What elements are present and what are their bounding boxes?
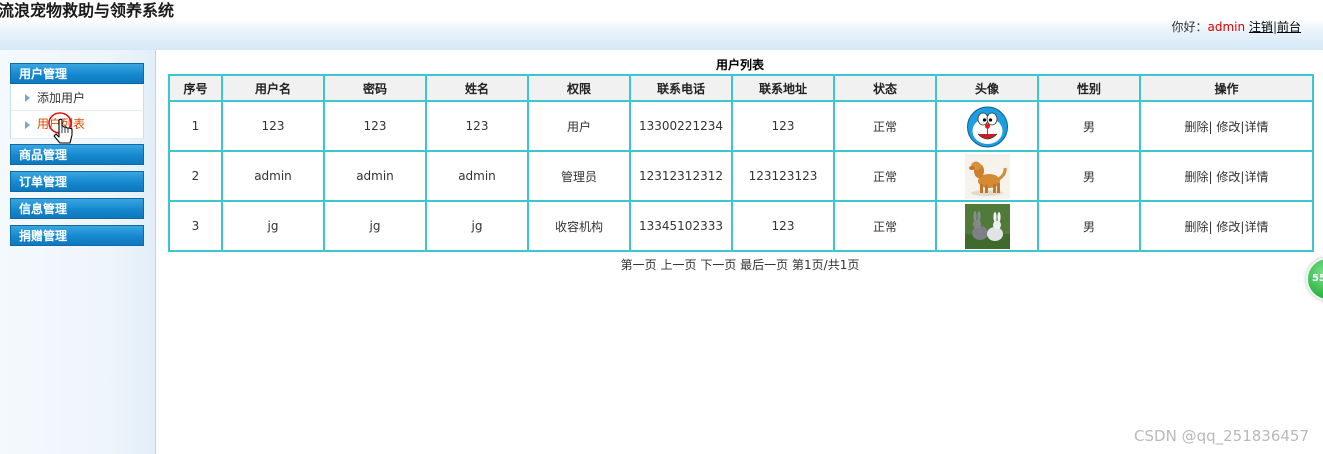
cell-gender: 男 [1037,200,1141,252]
next-page-link[interactable]: 下一页 [700,258,736,272]
current-username: admin [1207,20,1246,34]
cell-password: 123 [323,100,427,152]
table-row: 2 admin admin admin 管理员 12312312312 1231… [168,150,1314,202]
column-header: 用户名 [221,74,325,102]
rabbits-avatar-icon [964,203,1010,249]
detail-link[interactable]: 详情 [1244,120,1268,134]
detail-link[interactable]: 详情 [1244,170,1268,184]
cell-index: 2 [168,150,223,202]
column-header: 姓名 [425,74,529,102]
cell-username: admin [221,150,325,202]
edit-link[interactable]: 修改 [1216,220,1240,234]
cell-gender: 男 [1037,150,1141,202]
table-row: 1 123 123 123 用户 13300221234 123 正常 男 删除… [168,100,1314,152]
bullet-arrow-icon [25,121,30,129]
cell-name: admin [425,150,529,202]
cell-role: 用户 [527,100,631,152]
frontend-link[interactable]: 前台 [1277,20,1301,34]
cell-actions: 删除| 修改|详情 [1139,100,1314,152]
cell-username: jg [221,200,325,252]
table-row: 3 jg jg jg 收容机构 13345102333 123 正常 男 删除|… [168,200,1314,252]
menu-goods-management[interactable]: 商品管理 [10,144,144,165]
doraemon-avatar-icon [964,103,1010,149]
logout-link[interactable]: 注销 [1249,20,1273,34]
delete-link[interactable]: 删除 [1185,120,1209,134]
cell-phone: 13300221234 [629,100,733,152]
list-title: 用户列表 [715,58,764,72]
column-header: 联系地址 [731,74,835,102]
last-page-link[interactable]: 最后一页 [740,258,788,272]
first-page-link[interactable]: 第一页 [621,258,657,272]
watermark: CSDN @qq_251836457 [1134,427,1309,445]
cell-phone: 12312312312 [629,150,733,202]
edit-link[interactable]: 修改 [1216,170,1240,184]
cell-avatar [935,150,1039,202]
cell-index: 3 [168,200,223,252]
edit-link[interactable]: 修改 [1216,120,1240,134]
cell-status: 正常 [833,100,937,152]
cell-actions: 删除| 修改|详情 [1139,150,1314,202]
prev-page-link[interactable]: 上一页 [660,258,696,272]
cell-name: 123 [425,100,529,152]
sidebar-item-label: 添加用户 [37,91,86,105]
sidebar-item-user-list[interactable]: 用户列表 [10,111,144,139]
pagination: 第一页 上一页 下一页 最后一页 第1页/共1页 [168,256,1312,273]
menu-donation-management[interactable]: 捐赠管理 [10,225,144,246]
cell-password: jg [323,200,427,252]
cell-role: 管理员 [527,150,631,202]
cell-actions: 删除| 修改|详情 [1139,200,1314,252]
greeting-text: 你好： [1171,20,1208,34]
column-header: 联系电话 [629,74,733,102]
column-header: 头像 [935,74,1039,102]
header-bar: 流浪宠物救助与领养系统 你好：admin 注销|前台 [0,0,1323,50]
cell-username: 123 [221,100,325,152]
cell-name: jg [425,200,529,252]
table-header-row: 序号 用户名 密码 姓名 权限 联系电话 联系地址 状态 头像 性别 操作 [168,74,1314,102]
detail-link[interactable]: 详情 [1244,220,1268,234]
cell-gender: 男 [1037,100,1141,152]
column-header: 序号 [168,74,223,102]
sidebar-item-add-user[interactable]: 添加用户 [10,85,144,111]
cell-status: 正常 [833,200,937,252]
column-header: 密码 [323,74,427,102]
cell-address: 123123123 [731,150,835,202]
page-info: 第1页/共1页 [792,258,860,272]
menu-order-management[interactable]: 订单管理 [10,171,144,192]
column-header: 性别 [1037,74,1141,102]
column-header: 操作 [1139,74,1314,102]
cell-address: 123 [731,200,835,252]
sidebar-item-label: 用户列表 [37,117,86,131]
delete-link[interactable]: 删除 [1185,220,1209,234]
cell-index: 1 [168,100,223,152]
column-header: 状态 [833,74,937,102]
app-title: 流浪宠物救助与领养系统 [0,1,175,20]
bullet-arrow-icon [25,94,30,102]
menu-info-management[interactable]: 信息管理 [10,198,144,219]
delete-link[interactable]: 删除 [1185,170,1209,184]
user-bar: 你好：admin 注销|前台 [1171,18,1301,35]
cell-avatar [935,100,1039,152]
dog-avatar-icon [964,153,1010,199]
cell-avatar [935,200,1039,252]
column-header: 权限 [527,74,631,102]
cell-phone: 13345102333 [629,200,733,252]
cell-role: 收容机构 [527,200,631,252]
cell-status: 正常 [833,150,937,202]
cell-address: 123 [731,100,835,152]
menu-user-management[interactable]: 用户管理 [10,63,144,84]
user-table: 序号 用户名 密码 姓名 权限 联系电话 联系地址 状态 头像 性别 操作 1 … [168,74,1314,252]
cell-password: admin [323,150,427,202]
